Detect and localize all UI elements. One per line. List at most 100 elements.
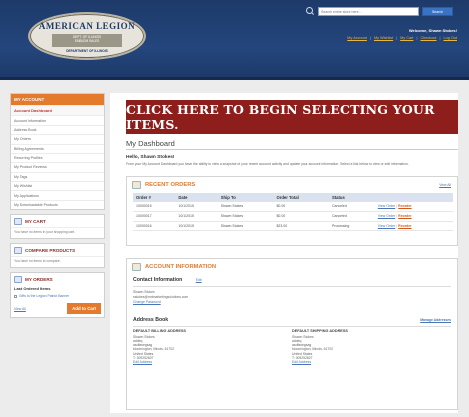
order-actions: View Order|Reorder — [374, 211, 453, 222]
edit-billing-address-link[interactable]: Edit Address — [133, 360, 292, 364]
table-header-row: Order # Date Ship To Order Total Status — [133, 193, 453, 202]
sidebar-item-downloadable-products[interactable]: My Downloadable Products — [11, 199, 104, 209]
order-status: Processing — [328, 221, 375, 232]
my-cart-box: MY CART You have no items in your shoppi… — [10, 214, 105, 240]
top-link-checkout[interactable]: Checkout — [420, 36, 436, 40]
site-header: AMERICAN LEGION DEPT. OF ILLINOIS EMBLEM… — [0, 0, 469, 80]
view-all-orders-link[interactable]: View All — [14, 307, 26, 311]
reorder-link[interactable]: Reorder — [398, 204, 411, 208]
separator: | — [396, 36, 398, 40]
change-password-link[interactable]: Change Password — [127, 299, 457, 304]
my-account-nav: MY ACCOUNT Account Dashboard Account Inf… — [10, 93, 105, 211]
last-ordered-title: Last Ordered Items — [14, 286, 51, 292]
table-row: 10000016 10/1/2015 Shawn Stokes $23.00 P… — [133, 221, 453, 232]
sidebar-item-my-orders[interactable]: My Orders — [11, 134, 104, 143]
view-order-link[interactable]: View Order — [378, 224, 395, 228]
sidebar-item-my-wishlist[interactable]: My Wishlist — [11, 181, 104, 190]
account-information-panel: ACCOUNT INFORMATION Contact Information … — [126, 258, 458, 410]
compare-title: COMPARE PRODUCTS — [25, 248, 76, 254]
order-date: 10/1/2015 — [175, 221, 218, 232]
my-cart-title: MY CART — [25, 219, 46, 225]
default-billing-address: DEFAULT BILLING ADDRESS Shawn Stokes add… — [133, 329, 292, 365]
account-information-title: ACCOUNT INFORMATION — [145, 264, 217, 270]
order-status: Canceled — [328, 211, 375, 222]
top-link-my-wishlist[interactable]: My Wishlist — [374, 36, 393, 40]
top-links: My Account | My Wishlist | My Cart | Che… — [347, 36, 457, 40]
order-number: 10000015 — [133, 202, 176, 212]
table-row: 10000017 10/1/2015 Shawn Stokes $0.00 Ca… — [133, 211, 453, 222]
order-total: $23.00 — [273, 221, 329, 232]
top-link-my-account[interactable]: My Account — [347, 36, 367, 40]
reorder-link[interactable]: Reorder — [398, 224, 411, 228]
search-input[interactable] — [318, 7, 419, 16]
sidebar-item-product-reviews[interactable]: My Product Reviews — [11, 162, 104, 171]
billing-address-heading: DEFAULT BILLING ADDRESS — [133, 328, 186, 333]
order-date: 10/1/2015 — [175, 211, 218, 222]
sidebar-item-billing-agreements[interactable]: Billing Agreements — [11, 143, 104, 153]
user-icon — [132, 263, 141, 271]
welcome-message: Welcome, Shawn Stokes! — [408, 28, 457, 33]
address-book-title: Address Book Manage Addresses — [127, 315, 457, 325]
column-header-order-number: Order # — [133, 193, 176, 202]
address-book-label: Address Book — [133, 316, 169, 323]
recent-orders-panel: RECENT ORDERS View All Order # Date Ship… — [126, 176, 458, 246]
contact-information-title: Contact Information Edit — [127, 275, 457, 285]
column-header-status: Status — [328, 193, 375, 202]
order-total: $0.00 — [273, 202, 329, 212]
logo-emblem-band: DEPT. OF ILLINOIS EMBLEM SALES — [52, 34, 122, 47]
column-header-ship-to: Ship To — [217, 193, 274, 202]
search-bar: Search — [306, 7, 453, 16]
order-number: 10000017 — [133, 211, 176, 222]
order-total: $0.00 — [273, 211, 329, 222]
sidebar-item-my-applications[interactable]: My Applications — [11, 190, 104, 199]
item-checkbox[interactable] — [14, 294, 17, 298]
order-ship-to: Shawn Stokes — [217, 211, 274, 222]
shipping-address-heading: DEFAULT SHIPPING ADDRESS — [292, 328, 348, 333]
my-orders-header: MY ORDERS — [11, 273, 104, 285]
my-orders-box: MY ORDERS Last Ordered Items Gifts to th… — [10, 272, 105, 319]
edit-contact-link[interactable]: Edit — [196, 278, 202, 282]
orders-icon — [14, 276, 22, 284]
sidebar-item-account-dashboard[interactable]: Account Dashboard — [11, 105, 104, 116]
logo-subtitle: DEPARTMENT OF ILLINOIS — [66, 49, 108, 53]
my-orders-footer: View All Add to Cart — [11, 300, 104, 317]
search-icon — [306, 7, 315, 16]
manage-addresses-link[interactable]: Manage Addresses — [420, 318, 451, 322]
last-ordered-item-link[interactable]: Gifts to the Legion Patriot Banner — [19, 294, 69, 298]
contact-information-label: Contact Information — [133, 277, 183, 283]
search-button[interactable]: Search — [422, 7, 453, 16]
order-ship-to: Shawn Stokes — [217, 202, 274, 212]
sidebar-item-account-information[interactable]: Account Information — [11, 115, 104, 124]
greeting: Hello, Shawn Stokes! — [126, 155, 175, 160]
order-actions: View Order|Reorder — [374, 202, 453, 212]
orders-icon — [132, 181, 141, 189]
reorder-link[interactable]: Reorder — [398, 214, 411, 218]
logo-emblem-line-2: EMBLEM SALES — [74, 39, 100, 44]
column-header-date: Date — [175, 193, 218, 202]
recent-orders-title: RECENT ORDERS — [145, 182, 196, 188]
american-legion-logo[interactable]: AMERICAN LEGION DEPT. OF ILLINOIS EMBLEM… — [28, 12, 146, 60]
sidebar-item-my-tags[interactable]: My Tags — [11, 171, 104, 181]
compare-products-box: COMPARE PRODUCTS You have no items to co… — [10, 243, 105, 269]
order-status: Canceled — [328, 202, 375, 212]
edit-shipping-address-link[interactable]: Edit Address — [292, 360, 451, 364]
column-header-actions — [374, 193, 453, 202]
my-cart-empty-text: You have no items in your shopping cart. — [11, 227, 104, 238]
top-link-log-out[interactable]: Log Out — [443, 36, 457, 40]
order-number: 10000016 — [133, 221, 176, 232]
recent-orders-table: Order # Date Ship To Order Total Status … — [133, 193, 453, 232]
my-cart-header: MY CART — [11, 215, 104, 227]
column-header-order-total: Order Total — [273, 193, 329, 202]
add-to-cart-button[interactable]: Add to Cart — [67, 303, 101, 315]
view-all-recent-orders-link[interactable]: View All — [439, 183, 451, 187]
address-columns: DEFAULT BILLING ADDRESS Shawn Stokes add… — [127, 329, 457, 365]
separator: | — [416, 36, 418, 40]
sidebar-item-recurring-profiles[interactable]: Recurring Profiles — [11, 152, 104, 162]
separator: | — [369, 36, 371, 40]
begin-selecting-banner[interactable]: CLICK HERE TO BEGIN SELECTING YOUR ITEMS… — [126, 100, 458, 134]
view-order-link[interactable]: View Order — [378, 204, 395, 208]
view-order-link[interactable]: View Order — [378, 214, 395, 218]
my-account-title: MY ACCOUNT — [11, 94, 104, 105]
sidebar-item-address-book[interactable]: Address Book — [11, 124, 104, 134]
top-link-my-cart[interactable]: My Cart — [400, 36, 413, 40]
